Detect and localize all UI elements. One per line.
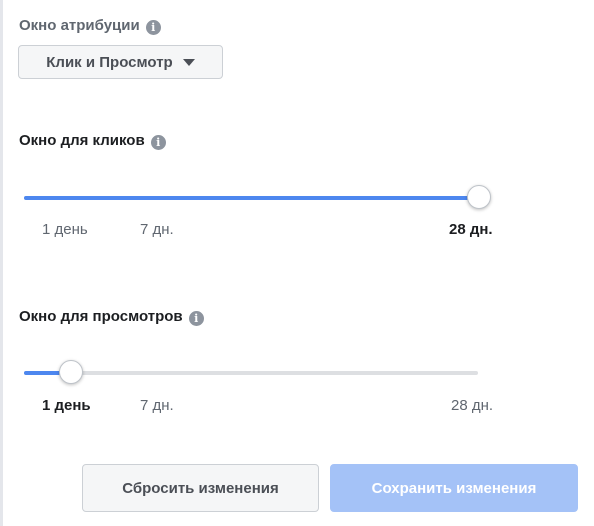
views-slider-knob[interactable]: [59, 360, 83, 384]
views-window-label: Окно для просмотров i: [19, 307, 204, 327]
attribution-dropdown-value: Клик и Просмотр: [46, 53, 173, 71]
info-icon[interactable]: i: [145, 20, 161, 35]
clicks-tick-1[interactable]: 1 день: [42, 221, 88, 238]
caret-down-icon: [182, 58, 195, 66]
clicks-window-label-text: Окно для кликов: [19, 132, 145, 149]
views-tick-28[interactable]: 28 дн.: [451, 397, 493, 414]
attribution-window-label-text: Окно атрибуции: [19, 17, 140, 34]
attribution-window-label: Окно атрибуции i: [19, 16, 161, 36]
clicks-slider-knob[interactable]: [467, 185, 491, 209]
reset-changes-button[interactable]: Сбросить изменения: [82, 464, 319, 512]
save-changes-button[interactable]: Сохранить изменения: [330, 464, 578, 512]
clicks-window-slider[interactable]: [24, 185, 491, 209]
views-window-label-text: Окно для просмотров: [19, 308, 183, 325]
clicks-tick-7[interactable]: 7 дн.: [140, 221, 174, 238]
info-icon[interactable]: i: [150, 135, 166, 150]
views-tick-7[interactable]: 7 дн.: [140, 397, 174, 414]
clicks-tick-28[interactable]: 28 дн.: [449, 221, 493, 238]
info-icon[interactable]: i: [188, 311, 204, 326]
attribution-dropdown[interactable]: Клик и Просмотр: [18, 45, 223, 79]
views-window-slider[interactable]: [24, 360, 478, 384]
clicks-slider-fill: [24, 196, 479, 200]
views-tick-1[interactable]: 1 день: [42, 397, 91, 414]
clicks-window-label: Окно для кликов i: [19, 131, 166, 151]
panel-left-border: [0, 0, 3, 526]
